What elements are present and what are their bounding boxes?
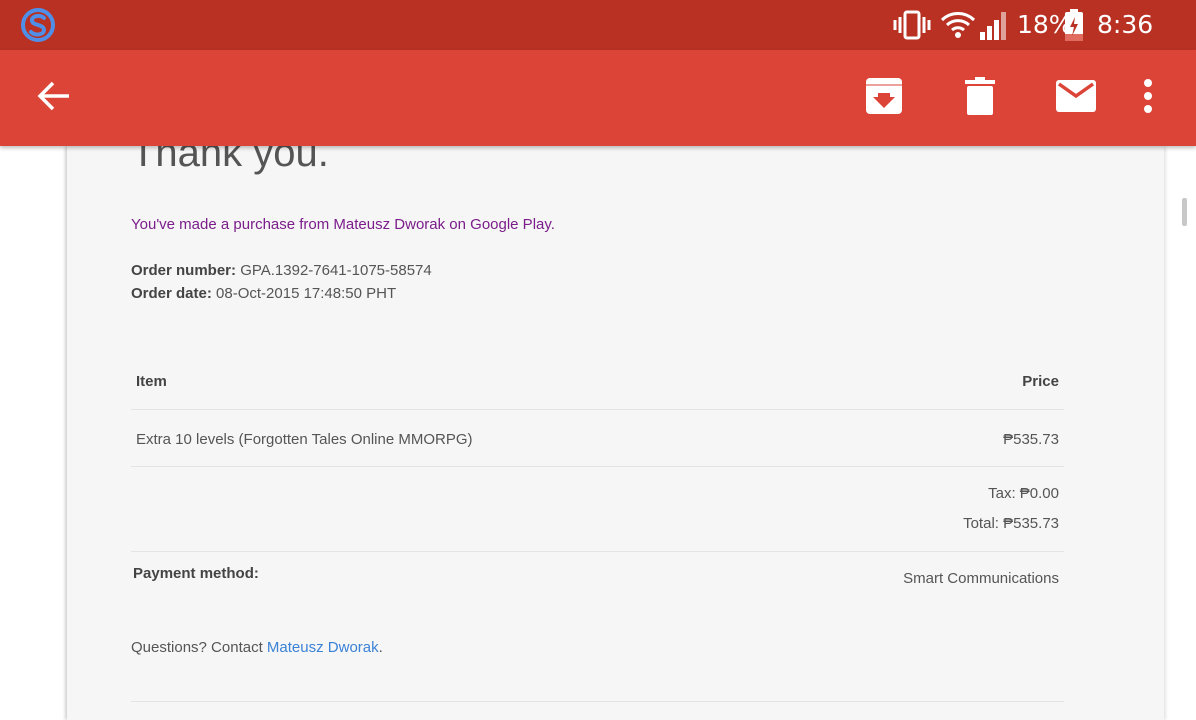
order-date-value: 08-Oct-2015 17:48:50 PHT bbox=[216, 285, 397, 302]
footer-divider bbox=[131, 701, 1064, 702]
questions-suffix: . bbox=[378, 639, 383, 656]
mark-unread-icon bbox=[1056, 79, 1096, 117]
mark-unread-button[interactable] bbox=[1052, 74, 1100, 122]
order-number-value: GPA.1392-7641-1075-58574 bbox=[240, 262, 432, 279]
developer-contact-link[interactable]: Mateusz Dworak bbox=[267, 639, 379, 656]
email-body: Thank you. You've made a purchase from M… bbox=[67, 146, 1164, 720]
back-button[interactable] bbox=[30, 74, 78, 122]
order-number-label: Order number: bbox=[131, 262, 237, 279]
table-divider bbox=[131, 466, 1064, 467]
status-bar: 18% 8:36 pm bbox=[0, 0, 1196, 73]
purchase-intro: You've made a purchase from Mateusz Dwor… bbox=[131, 216, 555, 233]
more-vert-icon bbox=[1143, 78, 1153, 118]
battery-charging-icon bbox=[1063, 8, 1085, 42]
tax-amount: Tax: ₱0.00 bbox=[988, 485, 1059, 502]
archive-button[interactable] bbox=[860, 74, 908, 122]
scrollbar[interactable] bbox=[1182, 198, 1187, 226]
table-header-item: Item bbox=[136, 373, 167, 390]
signal-icon bbox=[978, 8, 1010, 42]
order-number-row: Order number: GPA.1392-7641-1075-58574 bbox=[131, 262, 432, 279]
item-name: Extra 10 levels (Forgotten Tales Online … bbox=[136, 431, 473, 448]
payment-method-label: Payment method: bbox=[133, 565, 259, 582]
payment-method-value: Smart Communications bbox=[903, 570, 1059, 587]
questions-prefix: Questions? Contact bbox=[131, 639, 267, 656]
delete-button[interactable] bbox=[956, 74, 1004, 122]
table-divider bbox=[131, 551, 1064, 552]
questions-line: Questions? Contact Mateusz Dworak. bbox=[131, 639, 383, 656]
delete-icon bbox=[965, 76, 995, 120]
total-amount: Total: ₱535.73 bbox=[963, 515, 1059, 532]
table-divider bbox=[131, 409, 1064, 410]
item-price: ₱535.73 bbox=[1003, 431, 1059, 448]
back-arrow-icon bbox=[36, 80, 72, 117]
vibrate-icon bbox=[893, 8, 931, 42]
archive-icon bbox=[865, 77, 903, 120]
app-bar bbox=[0, 50, 1196, 146]
s-logo-icon bbox=[20, 7, 56, 43]
order-date-label: Order date: bbox=[131, 285, 212, 302]
more-options-button[interactable] bbox=[1124, 74, 1172, 122]
table-header-price: Price bbox=[1022, 373, 1059, 390]
email-view[interactable]: Thank you. You've made a purchase from M… bbox=[0, 146, 1196, 720]
email-headline: Thank you. bbox=[131, 146, 329, 175]
wifi-icon bbox=[940, 8, 976, 42]
order-date-row: Order date: 08-Oct-2015 17:48:50 PHT bbox=[131, 285, 396, 302]
